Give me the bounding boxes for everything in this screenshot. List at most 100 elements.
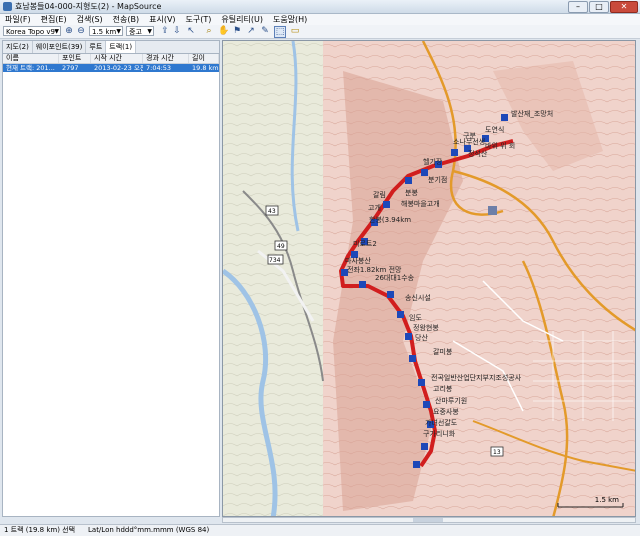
waypoint-label[interactable]: 분기점 (428, 175, 447, 185)
app-icon (3, 2, 12, 11)
close-button[interactable]: ✕ (610, 1, 638, 13)
waypoint-label[interactable]: 고리봉 (433, 384, 452, 394)
waypoint-label[interactable]: 해봉마을고개 (401, 199, 440, 209)
track-tool-icon[interactable]: ✎ (260, 26, 270, 36)
waypoint-label[interactable]: 발산재_조망처 (511, 109, 553, 119)
waypoint-label[interactable]: 26대대1수송 (375, 273, 414, 283)
tab-maps[interactable]: 지도(2) (3, 41, 33, 53)
waypoint-label[interactable]: 임도 (409, 313, 422, 323)
zoom-scale-select[interactable]: 1.5 km ▼ (89, 26, 123, 36)
waypoint-label[interactable]: 소나무선생 (453, 137, 485, 147)
waypoint-label[interactable]: 정왕현봉 (413, 323, 439, 333)
waypoint-label[interactable]: 전곡일반산업단지부지조성공사 (431, 373, 521, 383)
waypoint-label[interactable]: 산마루기원 (435, 396, 467, 406)
waypoint-label[interactable]: 갈림 (373, 190, 386, 200)
waypoint-marker (423, 401, 430, 408)
waypoint-marker (421, 169, 428, 176)
waypoint-marker (501, 114, 508, 121)
menu-file[interactable]: 파일(F) (5, 14, 31, 25)
zoom-tool-icon[interactable]: ⌕ (204, 26, 214, 36)
waypoint-label[interactable]: 갈미봉 (433, 347, 452, 357)
send-to-device-icon[interactable]: ⇪ (160, 26, 170, 36)
waypoint-label[interactable]: 구가리니화 (423, 429, 455, 439)
zoom-out-icon[interactable]: ⊖ (76, 26, 86, 36)
waypoint-label[interactable]: 가녀선갈도 (425, 418, 457, 428)
waypoint-marker (413, 461, 420, 468)
waypoint-label[interactable]: 한봉(3.94km (369, 215, 411, 225)
waypoint-label[interactable]: 도연식 (485, 125, 504, 135)
col-elapsed-time[interactable]: 경과 시간 (143, 54, 189, 63)
data-panel: 지도(2) 웨이포인트(39) 루트 트랙(1) 이름 포인트 시작 시간 경과… (2, 40, 220, 517)
col-start-time[interactable]: 시작 시간 (91, 54, 143, 63)
waypoint-label[interactable]: 분봉 (405, 188, 418, 198)
waypoint-marker (387, 291, 394, 298)
menu-find[interactable]: 검색(S) (77, 14, 103, 25)
toolbar: Korea Topo v9 ▼ ⊕ ⊖ 1.5 km ▼ 중고 ▼ ⇪ ⇩ ↖ ⌕ ✋… (0, 25, 640, 39)
menu-edit[interactable]: 편집(E) (41, 14, 67, 25)
waypoint-marker (421, 443, 428, 450)
scrollbar-thumb[interactable] (413, 518, 443, 522)
minimize-button[interactable]: – (568, 1, 588, 13)
route-tool-icon[interactable]: ↗ (246, 26, 256, 36)
ruler-icon[interactable]: ▭ (290, 26, 300, 36)
track-table-header: 이름 포인트 시작 시간 경과 시간 길이 (3, 54, 219, 64)
waypoint-label[interactable]: 바위 위 회 (485, 141, 515, 151)
menu-view[interactable]: 표시(V) (149, 14, 175, 25)
distance-tool-icon[interactable]: ⬚ (274, 26, 286, 38)
coordinate-format: Lat/Lon hddd°mm.mmm (WGS 84) (88, 526, 210, 534)
detail-select[interactable]: 중고 ▼ (126, 26, 154, 36)
map-product-select[interactable]: Korea Topo v9 ▼ (3, 26, 61, 36)
waypoint-label[interactable]: 헬기장 (423, 157, 442, 167)
waypoint-tool-icon[interactable]: ⚑ (232, 26, 242, 36)
cell-elapsed-time: 7:04:53 (146, 64, 172, 72)
zoom-in-icon[interactable]: ⊕ (64, 26, 74, 36)
tab-tracks[interactable]: 트랙(1) (106, 41, 137, 53)
menu-bar: 파일(F) 편집(E) 검색(S) 전송(B) 표시(V) 도구(T) 유틸리티… (0, 14, 640, 25)
waypoint-marker (359, 281, 366, 288)
col-name[interactable]: 이름 (3, 54, 59, 63)
waypoint-label[interactable]: 고개 (368, 203, 381, 213)
panel-tabs: 지도(2) 웨이포인트(39) 루트 트랙(1) (3, 41, 219, 54)
scale-label: 1.5 km (594, 496, 619, 504)
table-row[interactable]: 현재 트랙: 201... 2797 2013-02-23 오전 ... 7:0… (3, 64, 219, 72)
waypoint-marker (488, 206, 497, 215)
waypoint-label[interactable]: 송신시설 (405, 293, 431, 303)
tab-waypoints[interactable]: 웨이포인트(39) (33, 41, 87, 53)
waypoint-label[interactable]: 당산 (415, 333, 428, 343)
cell-start-time: 2013-02-23 오전 ... (94, 64, 143, 72)
waypoint-marker (405, 177, 412, 184)
menu-utilities[interactable]: 유틸리티(U) (221, 14, 263, 25)
map-view[interactable]: 43 49 734 13 발산재_조망처 도연식 구분 소나무선생 바위 위 회… (222, 40, 636, 517)
map-horizontal-scrollbar[interactable] (222, 517, 636, 523)
waypoint-marker (383, 201, 390, 208)
chevron-down-icon: ▼ (54, 28, 59, 35)
detail-value: 중고 (129, 28, 142, 36)
waypoint-marker (418, 379, 425, 386)
terrain-contours (223, 41, 323, 516)
col-length[interactable]: 길이 (189, 54, 219, 63)
menu-help[interactable]: 도움말(H) (273, 14, 307, 25)
waypoint-marker (451, 149, 458, 156)
waypoint-label[interactable]: 정석산 (468, 149, 487, 159)
col-points[interactable]: 포인트 (59, 54, 91, 63)
tab-routes[interactable]: 루트 (86, 41, 107, 53)
svg-text:43: 43 (268, 208, 276, 215)
svg-text:734: 734 (269, 257, 281, 264)
waypoint-marker (397, 311, 404, 318)
select-tool-icon[interactable]: ↖ (186, 26, 196, 36)
maximize-button[interactable]: □ (589, 1, 609, 13)
menu-transfer[interactable]: 전송(B) (113, 14, 139, 25)
pan-tool-icon[interactable]: ✋ (218, 26, 229, 36)
title-bar: 효남봉들04-000-지형도(2) - MapSource – □ ✕ (0, 0, 640, 14)
waypoint-label[interactable]: 미로트2 (353, 239, 377, 249)
waypoint-marker (405, 333, 412, 340)
zoom-scale-value: 1.5 km (92, 28, 117, 36)
waypoint-label[interactable]: 요중사봉 (433, 407, 459, 417)
window-title: 효남봉들04-000-지형도(2) - MapSource (15, 2, 162, 11)
status-bar: 1 트랙 (19.8 km) 선택 Lat/Lon hddd°mm.mmm (W… (0, 524, 640, 536)
cell-name: 현재 트랙: 201... (6, 64, 55, 72)
cell-points: 2797 (62, 64, 79, 72)
chevron-down-icon: ▼ (147, 28, 152, 35)
menu-tools[interactable]: 도구(T) (186, 14, 212, 25)
receive-from-device-icon[interactable]: ⇩ (172, 26, 182, 36)
